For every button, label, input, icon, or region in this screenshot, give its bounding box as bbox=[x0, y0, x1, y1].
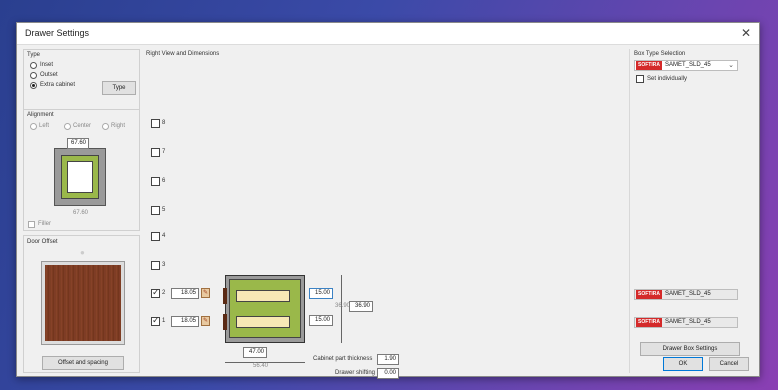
row-2-checkbox[interactable] bbox=[151, 287, 160, 298]
row-6-num: 6 bbox=[162, 178, 166, 184]
drawer-height-lower-field[interactable]: 15.00 bbox=[309, 315, 333, 326]
box-type-label: Box Type Selection bbox=[634, 51, 686, 57]
softira-logo: SOFTIRA bbox=[636, 61, 662, 70]
drawer-box-lower bbox=[236, 316, 290, 328]
row-4-checkbox[interactable] bbox=[151, 232, 160, 241]
radio-extra-cabinet[interactable] bbox=[30, 82, 37, 89]
radio-center-label: Center bbox=[73, 123, 92, 129]
right-view-label: Right View and Dimensions bbox=[146, 51, 220, 57]
door-offset-group: Door Offset ● Offset and spacing bbox=[23, 235, 140, 373]
box-type-panel: Box Type Selection SOFTIRA SAMET_SLD_45 … bbox=[629, 49, 755, 373]
radio-right[interactable] bbox=[102, 123, 109, 130]
door-offset-label: Door Offset bbox=[27, 239, 58, 245]
ok-button[interactable]: OK bbox=[663, 357, 703, 371]
radio-outset-label: Outset bbox=[40, 72, 58, 78]
row-6-checkbox[interactable] bbox=[151, 177, 160, 186]
box-type-dropdown[interactable]: SOFTIRA SAMET_SLD_45 ⌄ bbox=[634, 60, 738, 71]
row-1-height-field[interactable]: 18.05 bbox=[171, 316, 199, 327]
row-5-num: 5 bbox=[162, 207, 166, 213]
outer-width-dim: 56.40 bbox=[253, 363, 269, 369]
row-2-lock-icon[interactable]: ✎ bbox=[201, 288, 210, 298]
alignment-group-label: Alignment bbox=[27, 112, 54, 118]
title-bar: Drawer Settings ✕ bbox=[17, 23, 759, 45]
cancel-button[interactable]: Cancel bbox=[709, 357, 749, 371]
radio-center[interactable] bbox=[64, 123, 71, 130]
height-dim-a: 36.90 bbox=[335, 303, 351, 309]
drawer-shifting-field[interactable]: 0.00 bbox=[377, 368, 399, 379]
row-1-lock-icon[interactable]: ✎ bbox=[201, 316, 210, 326]
set-individually-label: Set individually bbox=[647, 76, 688, 82]
drawer-box-upper bbox=[236, 290, 290, 302]
radio-inset-label: Inset bbox=[40, 62, 54, 68]
door-preview bbox=[41, 261, 125, 345]
radio-inset[interactable] bbox=[30, 62, 37, 69]
drawer-box-settings-button[interactable]: Drawer Box Settings bbox=[640, 342, 740, 356]
drawer-height-upper-field[interactable]: 15.00 bbox=[309, 288, 333, 299]
set-individually-checkbox[interactable] bbox=[636, 75, 644, 83]
box-type-row-1-label: SAMET_SLD_45 bbox=[665, 319, 711, 325]
inner-width-field[interactable]: 47.00 bbox=[243, 347, 267, 358]
close-icon[interactable]: ✕ bbox=[741, 26, 751, 40]
alignment-width-field[interactable]: 67.60 bbox=[67, 138, 89, 149]
alignment-group: Alignment Left Center Right 67.60 67.60 … bbox=[23, 109, 140, 231]
height-dim-line bbox=[341, 275, 342, 343]
row-3-num: 3 bbox=[162, 262, 166, 268]
softira-logo-row-2: SOFTIRA bbox=[636, 290, 662, 299]
offset-and-spacing-button[interactable]: Offset and spacing bbox=[42, 356, 124, 370]
box-type-row-1[interactable]: SOFTIRA SAMET_SLD_45 bbox=[634, 317, 738, 328]
drawer-settings-dialog: Drawer Settings ✕ Type Inset Outset Extr… bbox=[16, 22, 760, 379]
alignment-preview bbox=[54, 148, 106, 206]
door-top-dot: ● bbox=[80, 248, 85, 257]
drawer-shifting-label: Drawer shifting bbox=[335, 370, 376, 376]
box-type-row-2[interactable]: SOFTIRA SAMET_SLD_45 bbox=[634, 289, 738, 300]
right-view-panel: Right View and Dimensions 8 7 6 5 4 3 2 … bbox=[143, 49, 623, 379]
radio-left[interactable] bbox=[30, 123, 37, 130]
filler-label: Filler bbox=[38, 221, 51, 227]
type-group-label: Type bbox=[27, 52, 41, 58]
row-2-num: 2 bbox=[162, 290, 166, 296]
row-5-checkbox[interactable] bbox=[151, 206, 160, 215]
row-7-num: 7 bbox=[162, 149, 166, 155]
filler-checkbox[interactable] bbox=[28, 221, 35, 228]
softira-logo-row-1: SOFTIRA bbox=[636, 318, 662, 327]
alignment-bottom-dim: 67.60 bbox=[73, 210, 89, 216]
row-8-num: 8 bbox=[162, 120, 166, 126]
height-dim-b-field[interactable]: 36.90 bbox=[349, 301, 373, 312]
radio-outset[interactable] bbox=[30, 72, 37, 79]
cabinet-side-view bbox=[223, 275, 305, 343]
radio-left-label: Left bbox=[39, 123, 50, 129]
radio-right-label: Right bbox=[111, 123, 126, 129]
box-type-selected: SAMET_SLD_45 bbox=[665, 62, 711, 68]
cabinet-thickness-field[interactable]: 1.90 bbox=[377, 354, 399, 365]
box-type-row-2-label: SAMET_SLD_45 bbox=[665, 291, 711, 297]
window-title: Drawer Settings bbox=[25, 28, 90, 38]
chevron-down-icon: ⌄ bbox=[728, 62, 734, 69]
row-1-checkbox[interactable] bbox=[151, 315, 160, 326]
row-3-checkbox[interactable] bbox=[151, 261, 160, 270]
radio-extra-cabinet-label: Extra cabinet bbox=[40, 82, 76, 88]
cabinet-thickness-label: Cabinet part thickness bbox=[313, 356, 373, 362]
row-7-checkbox[interactable] bbox=[151, 148, 160, 157]
row-4-num: 4 bbox=[162, 233, 166, 239]
row-1-num: 1 bbox=[162, 318, 166, 324]
type-button[interactable]: Type bbox=[102, 81, 136, 95]
row-2-height-field[interactable]: 18.05 bbox=[171, 288, 199, 299]
row-8-checkbox[interactable] bbox=[151, 119, 160, 128]
